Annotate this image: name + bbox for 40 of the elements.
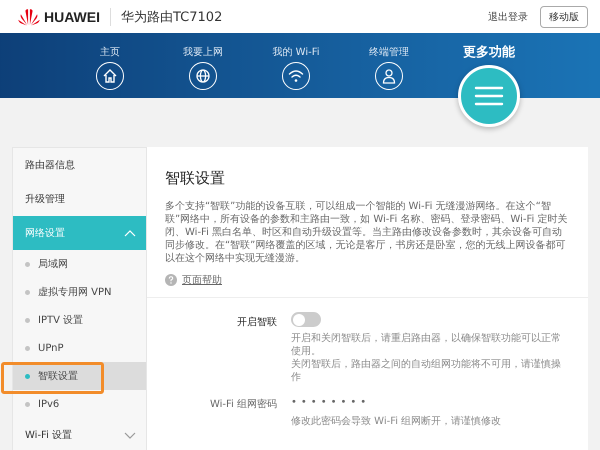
sidebar-item[interactable]: 路由器信息 (13, 148, 146, 182)
nav-button[interactable] (282, 62, 310, 90)
globe-icon (195, 68, 211, 84)
brand-name: HUAWEI (44, 8, 100, 24)
more-features-button[interactable] (458, 65, 520, 127)
flower-logo-icon (18, 8, 40, 26)
submenu-item[interactable]: 虚拟专用网 VPN (13, 278, 146, 306)
sidebar-item[interactable]: Wi-Fi 设置 (13, 418, 146, 450)
help-link[interactable]: 页面帮助 (182, 273, 222, 287)
description-text: 多个支持“智联”功能的设备互联，可以组成一个智能的 Wi-Fi 无缝漫游网络。在这个“智联”网络中，所有设备的参数和主路由一致，如 Wi-Fi 名称、密码、登录密码、Wi-Fi 定时关闭、Wi-Fi 黑白名单、时区和自动升级设置等。当主路由修改设备参数时，其余设备可自动同步修改。在“智联”网络覆盖的区域，无论是客厅，书房还是卧室，您的无线上网设备都可以在这个网络中实现无缝漫游。 (165, 200, 568, 265)
mobile-version-button[interactable]: 移动版 (540, 6, 588, 28)
menu-icon (474, 85, 504, 107)
nav-button[interactable] (375, 62, 403, 90)
setting-label: 开启智联 (236, 316, 277, 330)
submenu-item[interactable]: UPnP (13, 334, 146, 362)
submenu-item[interactable]: IPv6 (13, 390, 146, 418)
nav-button[interactable] (189, 62, 217, 90)
nav-label: 我的 Wi-Fi (272, 46, 320, 59)
help-icon (165, 274, 177, 286)
home-icon (102, 68, 118, 84)
nav-label: 终端管理 (369, 46, 409, 59)
hint-text: 修改此密码会导致 Wi-Fi 组网断开，请谨慎修改 (291, 415, 502, 428)
toggle-switch[interactable] (291, 312, 321, 327)
nav-label: 我要上网 (183, 46, 223, 59)
hint-text: 开启和关闭智联后，请重启路由器，以确保智联功能可以正常使用。 (291, 332, 562, 358)
password-field[interactable]: •••••••• (291, 394, 370, 411)
setting-label: Wi-Fi 组网密码 (208, 398, 277, 412)
wifi-icon (288, 69, 304, 83)
product-title: 华为路由TC7102 (121, 8, 222, 26)
hint-text: 关闭智联后，路由器之间的自动组网功能将不可用，请谨慎操作 (291, 358, 562, 384)
logout-link[interactable]: 退出登录 (488, 10, 528, 24)
page-title: 智联设置 (165, 169, 226, 188)
submenu-item[interactable]: 局域网 (13, 250, 146, 278)
submenu-item[interactable]: IPTV 设置 (13, 306, 146, 334)
nav-label: 主页 (100, 46, 120, 59)
sidebar-item[interactable]: 升级管理 (13, 182, 146, 216)
submenu-item[interactable]: 智联设置 (13, 362, 146, 390)
nav-label: 更多功能 (463, 44, 515, 61)
nav-button[interactable] (96, 62, 124, 90)
person-icon (382, 68, 396, 84)
